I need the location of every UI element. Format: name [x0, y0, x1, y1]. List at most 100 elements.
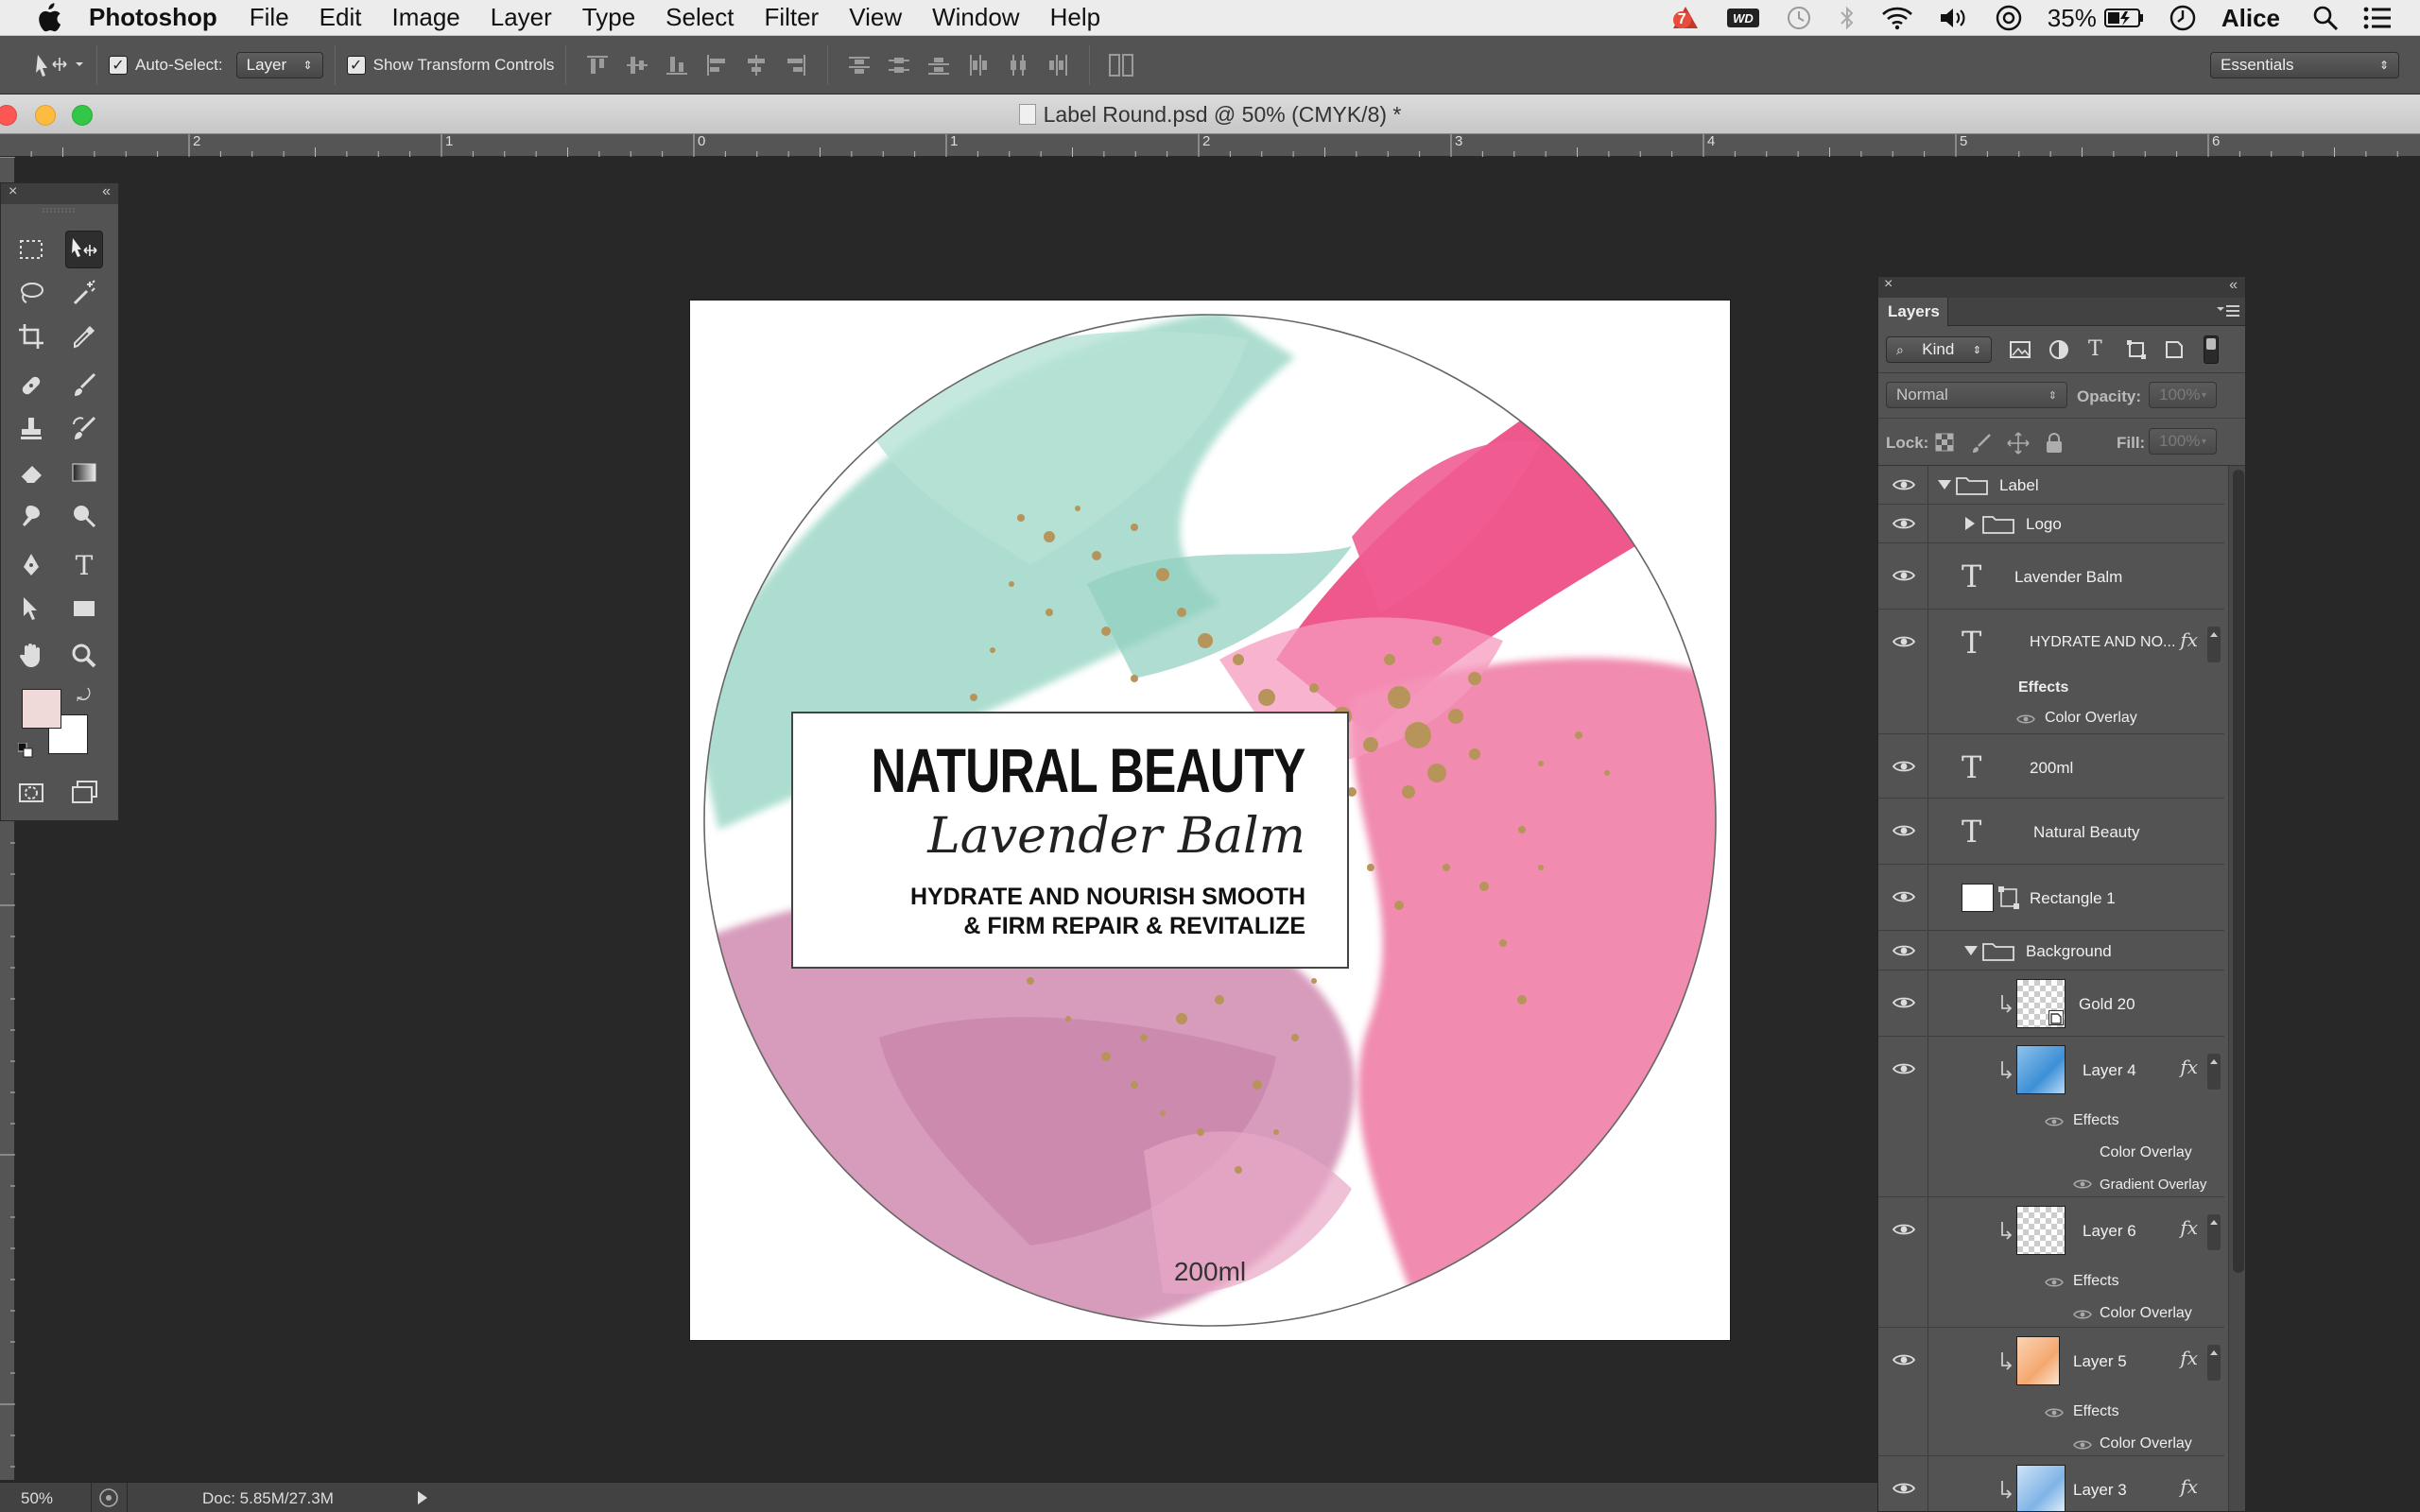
layer-list-scrollbar[interactable]	[2228, 466, 2245, 1511]
lock-all-icon[interactable]	[2045, 432, 2064, 459]
fx-icon[interactable]: fx	[2180, 1475, 2198, 1498]
layer-row-label-group[interactable]: Label	[1878, 466, 2224, 505]
fx-icon[interactable]: fx	[2180, 628, 2198, 651]
collapse-panel-icon[interactable]: «	[2229, 277, 2238, 294]
color-overlay-effect[interactable]: Color Overlay	[2100, 1305, 2192, 1322]
eye-icon[interactable]	[2016, 712, 2035, 730]
eye-icon[interactable]	[1892, 566, 1916, 585]
lasso-icon[interactable]	[12, 274, 50, 312]
stamp-icon[interactable]	[12, 410, 50, 448]
layer-row-layer-6[interactable]: Layer 6 fx Effects Color Overlay	[1878, 1197, 2224, 1328]
rectangle-icon[interactable]	[65, 590, 103, 627]
bluetooth-icon[interactable]	[1838, 4, 1857, 32]
layer-row-lavender-balm[interactable]: T Lavender Balm	[1878, 543, 2224, 610]
collapse-panel-icon[interactable]: «	[102, 183, 111, 200]
blend-mode-dropdown[interactable]: Normal ⇕	[1886, 382, 2067, 408]
layer-row-layer-4[interactable]: Layer 4 fx Effects Color Overlay Gradien…	[1878, 1037, 2224, 1197]
collapse-arrow-icon[interactable]	[1963, 516, 1977, 536]
eye-icon[interactable]	[1892, 475, 1916, 494]
lock-transparent-icon[interactable]	[1935, 433, 1954, 456]
align-bottom-edges-icon[interactable]	[662, 50, 692, 80]
eye-icon[interactable]	[2045, 1275, 2064, 1294]
filter-type-icon[interactable]: T	[2088, 337, 2102, 361]
layer-row-200ml[interactable]: T 200ml	[1878, 734, 2224, 799]
layer-row-layer-3[interactable]: Layer 3 fx	[1878, 1456, 2224, 1511]
eye-icon[interactable]	[1892, 1059, 1916, 1078]
panel-grip[interactable]	[1, 204, 118, 217]
label-subtitle[interactable]: Lavender Balm	[927, 808, 1305, 865]
creative-cloud-icon[interactable]	[1995, 4, 2023, 32]
panel-menu-icon[interactable]	[2217, 303, 2239, 323]
time-machine-icon[interactable]	[1785, 4, 1813, 32]
eye-icon[interactable]	[1892, 941, 1916, 960]
filter-shape-icon[interactable]	[2126, 339, 2147, 365]
eye-icon[interactable]	[2073, 1177, 2092, 1195]
clock-icon[interactable]	[2169, 4, 2197, 32]
menu-layer[interactable]: Layer	[491, 3, 552, 32]
move-tool-icon[interactable]	[65, 231, 103, 268]
menu-file[interactable]: File	[250, 3, 289, 32]
zoom-level[interactable]: 50%	[21, 1489, 53, 1508]
menu-help[interactable]: Help	[1050, 3, 1100, 32]
layer-row-hydrate[interactable]: T HYDRATE AND NO... fx Effects Color Ove…	[1878, 610, 2224, 734]
close-panel-icon[interactable]: ×	[1884, 277, 1893, 293]
scrollbar-thumb[interactable]	[2233, 470, 2244, 1273]
fill-field[interactable]: 100% ▾	[2149, 428, 2217, 455]
move-tool-preset-icon[interactable]	[32, 51, 85, 79]
layers-tab[interactable]: Layers	[1878, 298, 1948, 326]
battery-icon[interactable]	[2103, 8, 2144, 28]
smudge-icon[interactable]	[12, 497, 50, 535]
magic-wand-icon[interactable]	[65, 274, 103, 312]
distribute-top-icon[interactable]	[844, 50, 874, 80]
color-overlay-effect[interactable]: Color Overlay	[2100, 1144, 2192, 1161]
swap-colors-icon[interactable]: ⤾	[77, 686, 91, 706]
eye-icon[interactable]	[1892, 757, 1916, 776]
align-left-edges-icon[interactable]	[701, 50, 732, 80]
dodge-icon[interactable]	[65, 497, 103, 535]
fx-icon[interactable]: fx	[2180, 1216, 2198, 1239]
align-horizontal-centers-icon[interactable]	[741, 50, 771, 80]
user-name[interactable]: Alice	[2221, 4, 2280, 33]
zoom-icon[interactable]	[65, 637, 103, 675]
distribute-hcenter-icon[interactable]	[1003, 50, 1033, 80]
opacity-field[interactable]: 100% ▾	[2149, 382, 2217, 408]
lock-pixels-icon[interactable]	[1971, 433, 1992, 458]
color-overlay-effect[interactable]: Color Overlay	[2100, 1435, 2192, 1452]
align-vertical-centers-icon[interactable]	[622, 50, 652, 80]
status-menu-arrow-icon[interactable]	[416, 1490, 429, 1510]
layer-row-layer-5[interactable]: Layer 5 fx Effects Color Overlay	[1878, 1328, 2224, 1456]
hand-icon[interactable]	[12, 637, 50, 675]
lock-position-icon[interactable]	[2007, 432, 2030, 459]
filter-pixel-icon[interactable]	[2009, 339, 2031, 365]
filter-smart-object-icon[interactable]	[2164, 339, 2185, 365]
workspace-dropdown[interactable]: Essentials ⇕	[2210, 52, 2399, 78]
wd-drive-icon[interactable]: WD	[1726, 7, 1760, 29]
effects-collapse-icon[interactable]	[2207, 1054, 2221, 1090]
show-transform-checkbox[interactable]: ✓	[346, 55, 366, 75]
marquee-icon[interactable]	[12, 231, 50, 268]
menu-filter[interactable]: Filter	[764, 3, 819, 32]
adobe-notification-icon[interactable]: 7	[1669, 4, 1702, 32]
brush-icon[interactable]	[65, 367, 103, 404]
fx-icon[interactable]: fx	[2180, 1347, 2198, 1369]
eye-icon[interactable]	[1892, 887, 1916, 906]
eyedropper-icon[interactable]	[65, 318, 103, 355]
foreground-color-swatch[interactable]	[22, 689, 61, 729]
label-title[interactable]: NATURAL BEAUTY	[872, 734, 1306, 806]
menu-edit[interactable]: Edit	[320, 3, 362, 32]
menu-app-name[interactable]: Photoshop	[89, 3, 217, 32]
menu-type[interactable]: Type	[582, 3, 635, 32]
healing-icon[interactable]	[12, 367, 50, 404]
eye-icon[interactable]	[1892, 632, 1916, 651]
filter-adjustment-icon[interactable]	[2048, 339, 2069, 365]
quick-mask-icon[interactable]	[12, 774, 50, 812]
label-volume[interactable]: 200ml	[690, 1257, 1730, 1287]
eye-icon[interactable]	[1892, 1350, 1916, 1369]
effects-collapse-icon[interactable]	[2207, 1214, 2221, 1250]
spotlight-search-icon[interactable]	[2312, 5, 2339, 31]
align-top-edges-icon[interactable]	[582, 50, 613, 80]
expand-arrow-icon[interactable]	[1937, 477, 1952, 496]
crop-icon[interactable]	[12, 318, 50, 355]
eye-icon[interactable]	[1892, 821, 1916, 840]
effects-collapse-icon[interactable]	[2207, 1345, 2221, 1381]
